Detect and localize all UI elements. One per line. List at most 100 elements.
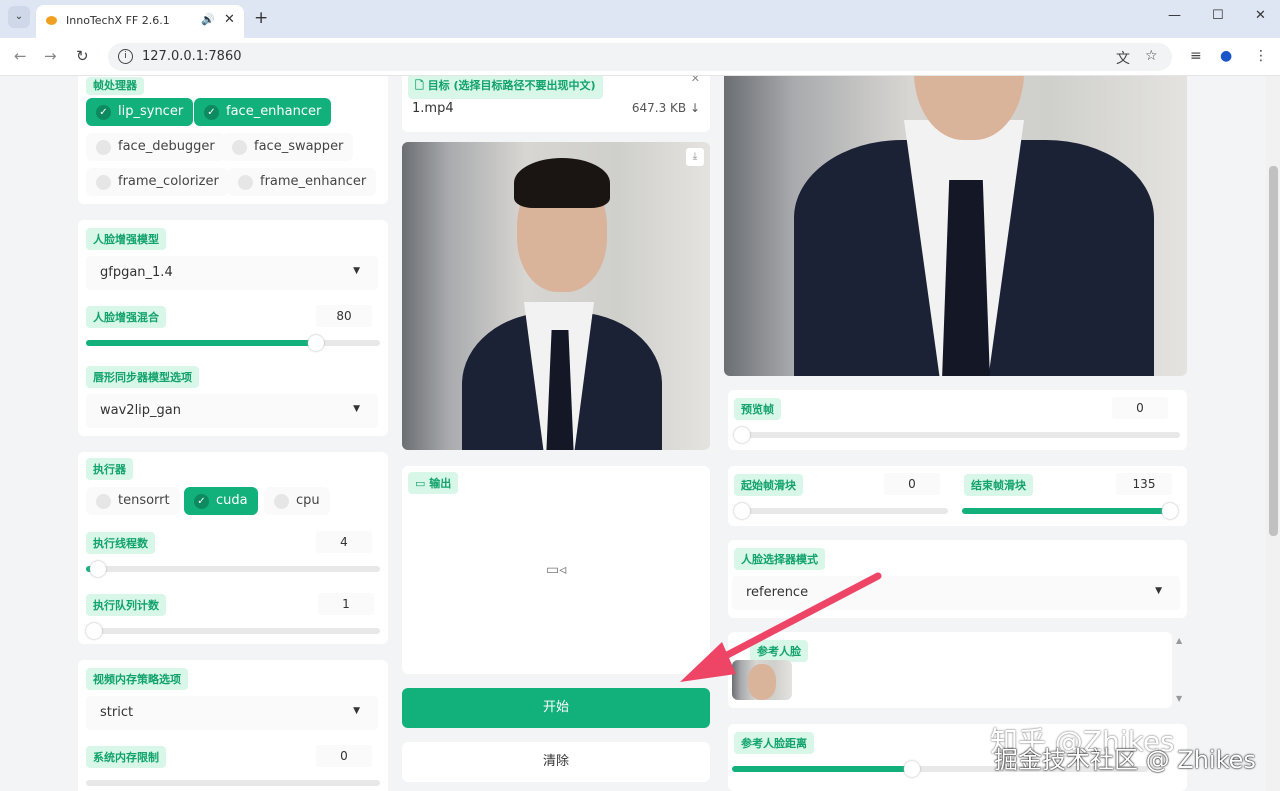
- scrollbar-thumb[interactable]: [1269, 166, 1278, 536]
- preview-frame-input[interactable]: 0: [1112, 397, 1168, 419]
- lip-syncer-model-select[interactable]: wav2lip_gan ▼: [86, 394, 378, 428]
- radio-icon: [274, 494, 289, 509]
- page-scrollbar[interactable]: [1266, 76, 1280, 791]
- speaker-icon[interactable]: 🔊: [201, 13, 215, 26]
- gallery-scroll-up-icon[interactable]: ▲: [1176, 636, 1182, 645]
- trim-end-input[interactable]: 135: [1116, 473, 1172, 495]
- face-enhancer-blend-label: 人脸增强混合: [86, 306, 166, 328]
- output-label: ▭ 输出: [408, 472, 459, 494]
- face-enhancer-panel: 人脸增强模型 gfpgan_1.4 ▼ 人脸增强混合 80 唇形同步器模型选项 w…: [78, 220, 388, 436]
- reference-distance-label: 参考人脸距离: [734, 732, 814, 754]
- face-enhancer-blend-slider[interactable]: [86, 335, 380, 351]
- forward-icon[interactable]: →: [44, 47, 57, 65]
- thread-count-input[interactable]: 4: [316, 531, 372, 553]
- processor-face-debugger[interactable]: face_debugger: [86, 133, 225, 161]
- queue-count-slider[interactable]: [86, 623, 380, 639]
- tab-search-button[interactable]: ⌄: [8, 6, 30, 28]
- processor-lip-syncer[interactable]: ✓ lip_syncer: [86, 98, 194, 126]
- annotation-arrow: [680, 572, 882, 682]
- video-placeholder-icon: ▭◃: [546, 562, 567, 578]
- thread-count-slider[interactable]: [86, 561, 380, 577]
- check-icon: ✓: [204, 105, 219, 120]
- target-label: 🗋 目标 (选择目标路径不要出现中文): [408, 76, 603, 99]
- chip-label: cuda: [216, 493, 248, 508]
- trim-end-slider[interactable]: [962, 503, 1178, 519]
- watermark-juejin: 掘金技术社区 @ Zhikes: [994, 746, 1256, 774]
- url-input[interactable]: i 127.0.0.1:7860: [108, 43, 1172, 71]
- system-memory-input[interactable]: 0: [316, 745, 372, 767]
- provider-cuda[interactable]: ✓ cuda: [184, 487, 258, 515]
- close-tab-icon[interactable]: ✕: [224, 12, 235, 27]
- output-panel: ▭ 输出 ▭◃: [402, 466, 710, 674]
- video-memory-select[interactable]: strict ▼: [86, 696, 378, 730]
- system-memory-slider[interactable]: [86, 780, 380, 786]
- output-label-text: 输出: [429, 477, 452, 490]
- tab-title: InnoTechX FF 2.6.1: [66, 14, 170, 27]
- trim-start-input[interactable]: 0: [884, 473, 940, 495]
- radio-icon: [96, 175, 111, 190]
- star-icon[interactable]: ☆: [1145, 48, 1158, 64]
- target-video-preview[interactable]: ⤓: [402, 142, 710, 450]
- processor-frame-colorizer[interactable]: frame_colorizer: [86, 168, 229, 196]
- start-button[interactable]: 开始: [402, 688, 710, 728]
- dropdown-arrow-icon: ▼: [353, 404, 360, 414]
- download-icon[interactable]: ⤓: [686, 148, 704, 166]
- info-icon[interactable]: i: [118, 49, 133, 64]
- address-bar: ← → ↻ i 127.0.0.1:7860 文 ☆ ≡ ● ⋮: [0, 38, 1280, 76]
- provider-cpu[interactable]: cpu: [264, 487, 330, 515]
- chip-label: face_debugger: [118, 139, 215, 154]
- menu-icon[interactable]: ⋮: [1254, 48, 1268, 64]
- tab-bar: ⌄ InnoTechX FF 2.6.1 🔊 ✕ + — ☐ ✕: [0, 0, 1280, 38]
- processors-label: 帧处理器: [86, 77, 144, 95]
- chip-label: cpu: [296, 493, 320, 508]
- new-tab-button[interactable]: +: [254, 8, 268, 28]
- thread-count-label: 执行线程数: [86, 532, 155, 554]
- gallery-scroll-down-icon[interactable]: ▼: [1176, 694, 1182, 703]
- face-enhancer-model-label: 人脸增强模型: [86, 228, 166, 250]
- app-content: 帧处理器 ✓ lip_syncer ✓ face_enhancer face_deb…: [0, 76, 1266, 791]
- media-icon[interactable]: ≡: [1190, 48, 1202, 64]
- url-text: 127.0.0.1:7860: [142, 49, 242, 64]
- select-value: wav2lip_gan: [100, 403, 181, 418]
- translate-icon[interactable]: 文: [1116, 48, 1130, 68]
- close-window-button[interactable]: ✕: [1255, 8, 1266, 23]
- clear-target-icon[interactable]: ✕: [691, 76, 700, 85]
- browser-tab[interactable]: InnoTechX FF 2.6.1 🔊 ✕: [36, 5, 244, 38]
- chip-label: face_swapper: [254, 139, 344, 154]
- back-icon[interactable]: ←: [14, 47, 27, 65]
- face-enhancer-model-select[interactable]: gfpgan_1.4 ▼: [86, 256, 378, 290]
- profile-icon[interactable]: ●: [1220, 48, 1232, 64]
- processor-frame-enhancer[interactable]: frame_enhancer: [228, 168, 377, 196]
- clear-button[interactable]: 清除: [402, 742, 710, 782]
- radio-icon: [238, 175, 253, 190]
- lip-syncer-model-label: 唇形同步器模型选项: [86, 366, 199, 388]
- select-value: strict: [100, 705, 134, 720]
- processor-face-enhancer[interactable]: ✓ face_enhancer: [194, 98, 332, 126]
- reload-icon[interactable]: ↻: [76, 47, 89, 65]
- check-icon: ✓: [194, 494, 209, 509]
- minimize-button[interactable]: —: [1168, 8, 1181, 23]
- target-file-name[interactable]: 1.mp4: [412, 101, 454, 116]
- favicon-icon: [46, 16, 57, 25]
- processor-face-swapper[interactable]: face_swapper: [222, 133, 354, 161]
- chip-label: tensorrt: [118, 493, 170, 508]
- maximize-button[interactable]: ☐: [1212, 8, 1224, 23]
- preview-frame-slider[interactable]: [734, 427, 1180, 443]
- dropdown-arrow-icon: ▼: [1155, 586, 1162, 596]
- queue-count-label: 执行队列计数: [86, 594, 166, 616]
- trim-start-slider[interactable]: [734, 503, 948, 519]
- trim-end-label: 结束帧滑块: [964, 474, 1033, 496]
- radio-icon: [96, 140, 111, 155]
- target-label-text: 目标 (选择目标路径不要出现中文): [427, 79, 596, 92]
- preview-image: [724, 76, 1187, 376]
- radio-icon: [232, 140, 247, 155]
- memory-panel: 视频内存策略选项 strict ▼ 系统内存限制 0: [78, 660, 388, 791]
- target-file-size[interactable]: 647.3 KB ↓: [632, 101, 700, 115]
- processors-panel: 帧处理器 ✓ lip_syncer ✓ face_enhancer face_deb…: [78, 76, 388, 204]
- queue-count-input[interactable]: 1: [318, 593, 374, 615]
- preview-frame-label: 预览帧: [734, 398, 781, 420]
- provider-tensorrt[interactable]: tensorrt: [86, 487, 180, 515]
- face-enhancer-blend-input[interactable]: 80: [316, 305, 372, 327]
- dropdown-arrow-icon: ▼: [353, 706, 360, 716]
- execution-panel: 执行器 tensorrt ✓ cuda cpu 执行线程数 4 执行队列计数 1: [78, 452, 388, 644]
